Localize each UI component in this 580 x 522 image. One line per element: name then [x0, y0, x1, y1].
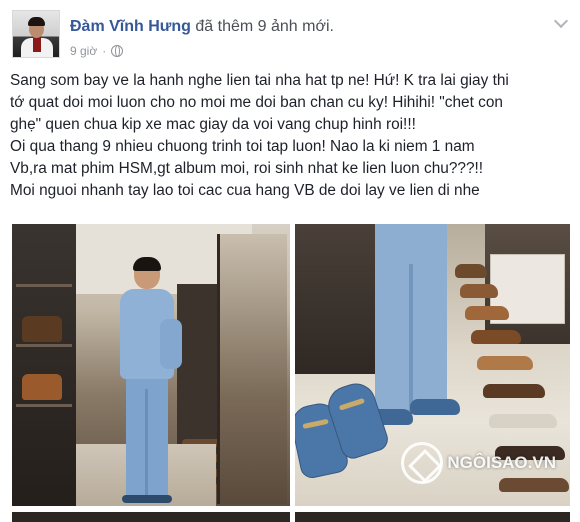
shoe-buckle: [302, 418, 329, 430]
shoe-row: [477, 356, 533, 370]
shoe-row: [465, 306, 509, 320]
photo-grid: NGÔISAO.VN: [0, 224, 580, 522]
dot-separator: ·: [102, 44, 107, 58]
ngoisao-logo-icon: [401, 442, 444, 484]
shoe-row: [460, 284, 498, 298]
post-meta: 9 giờ ·: [70, 44, 124, 58]
post-header: Đàm Vĩnh Hưng đã thêm 9 ảnh mới. 9 giờ ·: [12, 10, 569, 60]
person-leg-gap: [409, 264, 413, 414]
post-text-line: Moi nguoi nhanh tay lao toi cac cua hang…: [10, 182, 480, 199]
photo-closet-mirror[interactable]: [12, 224, 290, 506]
person-leg-gap: [145, 389, 148, 497]
post-text-line: tớ quat doi moi luon cho no moi me doi b…: [10, 94, 503, 111]
watermark: NGÔISAO.VN: [401, 442, 556, 484]
handbag: [22, 316, 62, 342]
photo-thumbnail[interactable]: [295, 512, 570, 522]
photo-mirror: [217, 234, 287, 504]
shelf-row: [16, 344, 72, 347]
author-avatar[interactable]: [12, 10, 60, 58]
person-legs: [375, 224, 447, 414]
worn-shoe: [410, 399, 460, 415]
shoe-row: [471, 330, 521, 344]
post-action-text: đã thêm 9 ảnh mới.: [195, 18, 334, 35]
post-text-line: Oi qua thang 9 nhieu chuong trinh toi ta…: [10, 138, 475, 155]
shelf-row: [16, 284, 72, 287]
person-hair: [133, 257, 161, 271]
shoe-row: [489, 414, 557, 428]
post-text-line: Vb,ra mat phim HSM,gt album moi, roi sin…: [10, 160, 484, 177]
facebook-post: Đàm Vĩnh Hưng đã thêm 9 ảnh mới. 9 giờ ·…: [0, 0, 580, 522]
avatar-lapel: [33, 38, 41, 52]
shelf-row: [16, 404, 72, 407]
person-shoes: [122, 495, 172, 503]
person-arm: [160, 319, 182, 369]
post-text-line: ghẹ" quen chua kip xe mac giay da voi va…: [10, 116, 416, 133]
globe-icon[interactable]: [111, 45, 124, 57]
handbag: [22, 374, 62, 400]
watermark-text: NGÔISAO.VN: [447, 453, 556, 472]
chevron-down-icon[interactable]: [553, 13, 569, 29]
photo-thumbnail[interactable]: [12, 512, 290, 522]
photo-shelf: [295, 224, 385, 374]
post-title-line: Đàm Vĩnh Hưng đã thêm 9 ảnh mới.: [70, 18, 334, 36]
shoe-row: [483, 384, 545, 398]
shoe-buckle: [338, 397, 366, 411]
shoe-row: [455, 264, 487, 278]
avatar-hair: [28, 17, 45, 26]
post-text-line: Sang som bay ve la hanh nghe lien tai nh…: [10, 72, 509, 89]
person-figure: [112, 257, 182, 504]
post-text: Sang som bay ve la hanh nghe lien tai nh…: [10, 70, 572, 202]
photo-shelf: [12, 224, 76, 506]
post-timestamp[interactable]: 9 giờ: [70, 44, 97, 58]
photo-shoe-collection[interactable]: NGÔISAO.VN: [295, 224, 570, 506]
author-name-link[interactable]: Đàm Vĩnh Hưng: [70, 18, 191, 35]
